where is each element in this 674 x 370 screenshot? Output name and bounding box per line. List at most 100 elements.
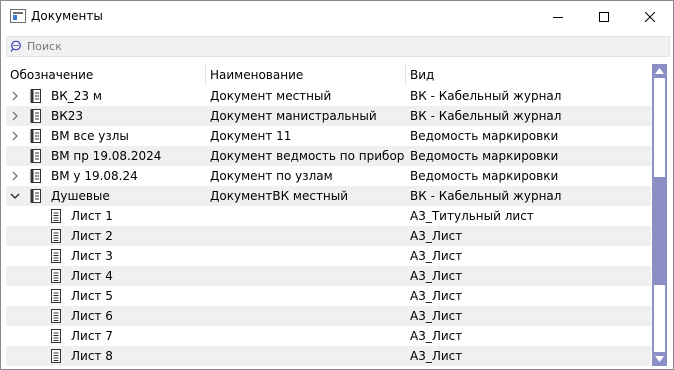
sheet-icon (51, 209, 61, 223)
cell-designation: Лист 1 (71, 209, 113, 223)
cell-kind: Ведомость маркировки (410, 169, 559, 183)
tree-row[interactable]: Лист 3 А3_Лист (6, 246, 651, 266)
cell-kind: Ведомость маркировки (410, 149, 559, 163)
tree-row[interactable]: Лист 6 А3_Лист (6, 306, 651, 326)
cell-designation: Душевые (51, 189, 110, 203)
window-title: Документы (31, 9, 103, 23)
sheet-icon (51, 349, 61, 363)
tree-row[interactable]: Лист 1 А3_Титульный лист (6, 206, 651, 226)
cell-name: Документ ведмость по приборам (210, 149, 404, 163)
cell-designation: Лист 4 (71, 269, 113, 283)
document-icon (30, 109, 41, 123)
search-input[interactable] (27, 38, 657, 54)
cell-designation: Лист 3 (71, 249, 113, 263)
tree-row[interactable]: Душевые ДокументВК местный ВК - Кабельный … (6, 186, 651, 206)
column-header-kind[interactable]: Вид (406, 64, 651, 86)
chevron-down-icon (655, 356, 664, 362)
cell-designation: Лист 6 (71, 309, 113, 323)
cell-designation: Лист 2 (71, 229, 113, 243)
cell-name (210, 246, 404, 266)
tree-row[interactable]: ВК23 Документ манистральный ВК - Кабельный… (6, 106, 651, 126)
cell-kind: А3_Лист (410, 249, 463, 263)
cell-name (210, 206, 404, 226)
cell-kind: ВК - Кабельный журнал (410, 109, 562, 123)
cell-kind: А3_Титульный лист (410, 209, 534, 223)
documents-window: Документы ⌃ Обозначение Наименование (0, 0, 674, 370)
chevron-down-icon[interactable] (8, 189, 22, 203)
app-window-icon (10, 9, 26, 23)
tree-row[interactable]: ВК_23 м Документ местный ВК - Кабельный жу… (6, 86, 651, 106)
cell-kind: ВК - Кабельный журнал (410, 89, 562, 103)
sheet-icon (51, 289, 61, 303)
sheet-icon (51, 249, 61, 263)
cell-name (210, 326, 404, 346)
cell-designation: Лист 8 (71, 349, 113, 363)
cell-designation: ВМ все узлы (51, 129, 129, 143)
cell-name: Документ 11 (210, 129, 292, 143)
document-icon (30, 169, 41, 183)
cell-kind: А3_Лист (410, 229, 463, 243)
tree-row[interactable]: ВМ пр 19.08.2024 Документ ведмость по при… (6, 146, 651, 166)
document-icon (30, 149, 41, 163)
chevron-right-icon[interactable] (8, 129, 22, 143)
sheet-icon (51, 329, 61, 343)
cell-designation: Лист 5 (71, 289, 113, 303)
cell-kind: ВК - Кабельный журнал (410, 189, 562, 203)
minimize-icon (553, 17, 563, 18)
column-header-designation[interactable]: ⌃ Обозначение (6, 64, 206, 86)
chevron-right-icon[interactable] (8, 169, 22, 183)
cell-designation: ВМ у 19.08.24 (51, 169, 138, 183)
scrollbar-thumb[interactable] (654, 177, 665, 285)
tree-row[interactable]: Лист 4 А3_Лист (6, 266, 651, 286)
vertical-scrollbar[interactable] (652, 64, 667, 366)
cell-name: Документ по узлам (210, 169, 333, 183)
cell-name (210, 346, 404, 366)
cell-designation: ВК23 (51, 109, 84, 123)
tree-row[interactable]: ВМ у 19.08.24 Документ по узлам Ведомость … (6, 166, 651, 186)
column-headers: ⌃ Обозначение Наименование Вид (6, 64, 651, 86)
cell-kind: А3_Лист (410, 329, 463, 343)
scroll-up-button[interactable] (652, 64, 667, 78)
column-header-label: Наименование (210, 68, 304, 82)
search-icon (10, 40, 21, 52)
cell-kind: А3_Лист (410, 289, 463, 303)
cell-name: ДокументВК местный (210, 189, 349, 203)
tree-row[interactable]: Лист 5 А3_Лист (6, 286, 651, 306)
tree-row[interactable]: Лист 8 А3_Лист (6, 346, 651, 366)
cell-kind: Ведомость маркировки (410, 129, 559, 143)
search-box[interactable] (6, 36, 670, 57)
cell-kind: А3_Лист (410, 269, 463, 283)
maximize-icon (599, 12, 609, 22)
documents-tree-grid: ⌃ Обозначение Наименование Вид ВК_23 м До… (6, 64, 651, 366)
sheet-icon (51, 309, 61, 323)
chevron-right-icon[interactable] (8, 89, 22, 103)
tree-row[interactable]: Лист 2 А3_Лист (6, 226, 651, 246)
chevron-right-icon[interactable] (8, 109, 22, 123)
column-header-label: Вид (410, 68, 435, 82)
sort-ascending-icon: ⌃ (103, 64, 111, 71)
tree-row[interactable]: ВМ все узлы Документ 11 Ведомость маркиров… (6, 126, 651, 146)
document-icon (30, 129, 41, 143)
scroll-down-button[interactable] (652, 352, 667, 366)
tree-row[interactable]: Лист 7 А3_Лист (6, 326, 651, 346)
column-header-name[interactable]: Наименование (206, 64, 406, 86)
close-button[interactable] (627, 1, 673, 33)
cell-kind: А3_Лист (410, 349, 463, 363)
title-bar[interactable]: Документы (1, 1, 673, 33)
close-icon (645, 12, 655, 22)
minimize-button[interactable] (535, 1, 581, 33)
cell-name (210, 226, 404, 246)
chevron-up-icon (655, 68, 664, 74)
document-icon (30, 189, 41, 203)
maximize-button[interactable] (581, 1, 627, 33)
cell-name: Документ местный (210, 89, 332, 103)
sheet-icon (51, 229, 61, 243)
cell-name (210, 266, 404, 286)
cell-designation: ВМ пр 19.08.2024 (51, 149, 162, 163)
sheet-icon (51, 269, 61, 283)
cell-designation: ВК_23 м (51, 89, 102, 103)
cell-name (210, 306, 404, 326)
cell-designation: Лист 7 (71, 329, 113, 343)
cell-name: Документ манистральный (210, 109, 377, 123)
document-icon (30, 89, 41, 103)
